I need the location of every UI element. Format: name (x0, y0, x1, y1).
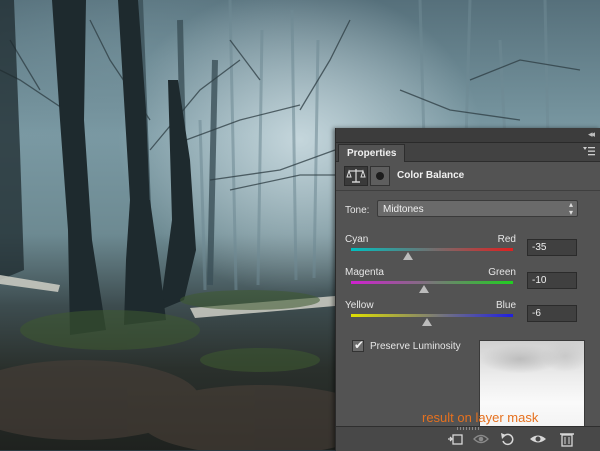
adjustment-header: Color Balance (336, 162, 600, 191)
tone-selected-value: Midtones (383, 204, 424, 215)
properties-panel: ◂◂ Properties Color Balance Tone: Midton… (335, 128, 600, 451)
tab-properties[interactable]: Properties (338, 144, 406, 162)
magenta-label: Magenta (345, 267, 384, 278)
layer-mask-icon[interactable] (370, 166, 390, 186)
reset-icon[interactable] (499, 431, 517, 447)
panel-menu-icon[interactable] (583, 146, 595, 157)
color-balance-adjustment-icon[interactable] (344, 166, 368, 186)
panel-bottom-bar (336, 426, 600, 451)
clip-to-layer-icon[interactable] (446, 431, 464, 447)
yellow-blue-track[interactable] (351, 314, 513, 317)
adjustment-title: Color Balance (397, 170, 465, 181)
cyan-red-thumb[interactable] (402, 252, 413, 260)
panel-tab-bar: Properties (336, 143, 600, 162)
preserve-luminosity-label: Preserve Luminosity (370, 341, 461, 352)
checkmark-icon: ✔ (354, 338, 365, 352)
magenta-green-value-field[interactable]: -10 (527, 272, 577, 289)
cyan-red-value-field[interactable]: -35 (527, 239, 577, 256)
resize-grip[interactable] (457, 427, 479, 430)
cyan-red-slider-row: Cyan Red -35 (336, 234, 600, 268)
tone-label: Tone: (345, 205, 370, 216)
collapse-panel-icon[interactable]: ◂◂ (588, 129, 595, 140)
yellow-blue-value-field[interactable]: -6 (527, 305, 577, 322)
tone-dropdown[interactable]: Midtones ▴ ▾ (377, 200, 578, 217)
trash-icon[interactable] (558, 431, 576, 447)
panel-title-bar[interactable]: ◂◂ (336, 128, 600, 143)
yellow-blue-slider-row: Yellow Blue -6 (336, 300, 600, 334)
red-label: Red (497, 234, 516, 245)
view-previous-state-icon[interactable] (472, 431, 490, 447)
magenta-green-track[interactable] (351, 281, 513, 284)
yellow-blue-thumb[interactable] (422, 318, 433, 326)
magenta-green-slider-row: Magenta Green -10 (336, 267, 600, 301)
blue-label: Blue (495, 300, 516, 311)
cyan-label: Cyan (345, 234, 369, 245)
dropdown-arrows-icon: ▴ ▾ (568, 200, 573, 217)
preserve-luminosity-checkbox[interactable]: ✔ (352, 338, 365, 352)
cyan-red-track[interactable] (351, 248, 513, 251)
yellow-label: Yellow (345, 300, 374, 311)
caption-overlay: result on layer mask (422, 410, 539, 425)
magenta-green-thumb[interactable] (418, 285, 429, 293)
green-label: Green (488, 267, 516, 278)
visibility-eye-icon[interactable] (529, 431, 547, 447)
